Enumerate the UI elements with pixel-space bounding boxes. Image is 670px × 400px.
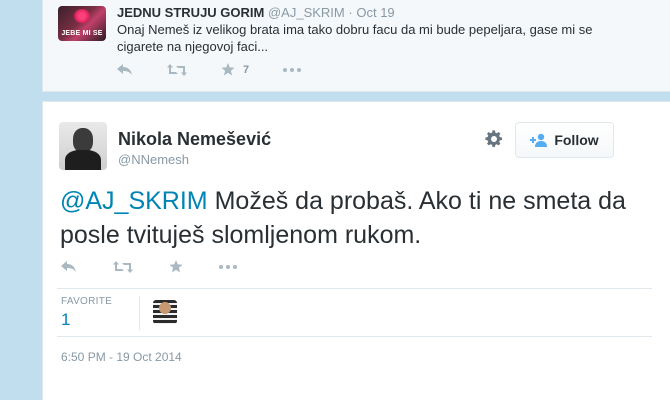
star-icon[interactable] (169, 260, 183, 273)
parent-time[interactable]: Oct 19 (356, 5, 394, 20)
favorite-count: 7 (243, 63, 250, 76)
parent-tweet-text: Onaj Nemeš iz velikog brata ima tako dob… (117, 22, 593, 54)
follow-label: Follow (554, 132, 599, 148)
favoriter-face (159, 302, 171, 314)
favorite-button[interactable]: 7 (221, 63, 249, 76)
more-icon[interactable] (219, 264, 237, 269)
follow-button[interactable]: Follow (515, 122, 614, 158)
reply-icon[interactable] (61, 260, 77, 273)
more-icon[interactable] (283, 67, 302, 72)
parent-avatar[interactable]: JEBE MI SE (58, 6, 106, 41)
parent-header: JEDNU STRUJU GORIM @AJ_SKRIM · Oct 19 (117, 5, 395, 21)
favoriter-avatar[interactable] (153, 300, 177, 324)
stats-separator (139, 296, 140, 330)
parent-separator: · (348, 5, 353, 20)
tweet-text: @AJ_SKRIM Možeš da probaš. Ako ti ne sme… (60, 184, 650, 252)
tweet-timestamp[interactable]: 6:50 PM - 19 Oct 2014 (61, 350, 182, 364)
gear-icon[interactable] (483, 128, 505, 150)
avatar-text: JEBE MI SE (61, 30, 103, 37)
parent-fullname[interactable]: JEDNU STRUJU GORIM (117, 5, 264, 20)
author-fullname[interactable]: Nikola Nemešević (118, 129, 271, 150)
avatar-body (65, 150, 101, 170)
favorites-label: FAVORITE (61, 296, 113, 307)
avatar-flower (74, 9, 90, 23)
divider (57, 336, 652, 337)
parent-tweet[interactable]: JEBE MI SE JEDNU STRUJU GORIM @AJ_SKRIM … (42, 0, 670, 92)
reply-icon[interactable] (117, 63, 133, 76)
author-username[interactable]: @NNemesh (118, 152, 189, 167)
avatar[interactable] (59, 122, 107, 170)
favorites-count[interactable]: 1 (61, 310, 70, 330)
retweet-icon[interactable] (113, 260, 133, 273)
mention-link[interactable]: @AJ_SKRIM (60, 187, 208, 215)
divider (57, 288, 652, 289)
retweet-icon[interactable] (167, 63, 187, 76)
avatar-head (73, 128, 93, 152)
parent-username[interactable]: @AJ_SKRIM (268, 5, 345, 20)
add-user-icon (530, 133, 548, 147)
parent-actions: 7 (117, 63, 335, 76)
main-tweet: Nikola Nemešević @NNemesh Follow @AJ_SKR… (42, 101, 670, 400)
tweet-actions (61, 260, 273, 273)
star-icon (221, 63, 235, 76)
